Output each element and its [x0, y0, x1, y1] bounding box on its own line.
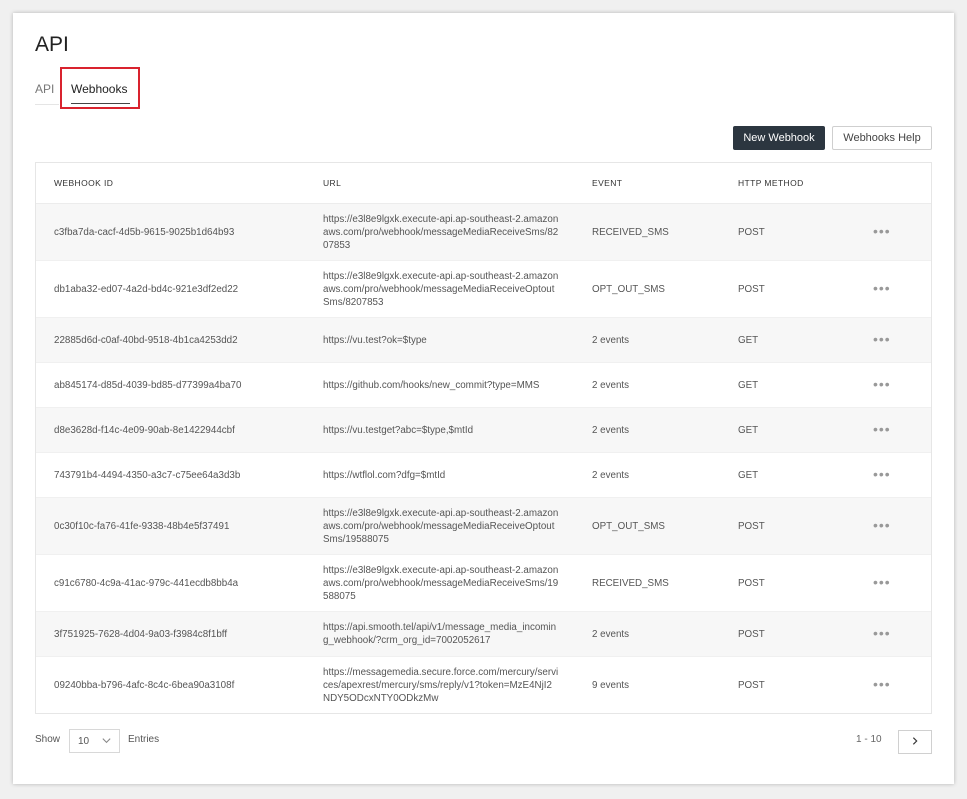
url-text: https://messagemedia.secure.force.com/me…	[323, 666, 559, 704]
url-text: https://e3l8e9lgxk.execute-api.ap-southe…	[323, 507, 559, 545]
url-text: https://e3l8e9lgxk.execute-api.ap-southe…	[323, 213, 559, 251]
url-cell: https://e3l8e9lgxk.execute-api.ap-southe…	[323, 203, 592, 261]
webhook-id-cell: d8e3628d-f14c-4e09-90ab-8e1422944cbf	[36, 407, 323, 453]
row-more-options-icon[interactable]: •••	[873, 376, 891, 392]
table-header-row: WEBHOOK ID URL EVENT HTTP METHOD	[36, 163, 931, 204]
pagination-range: 1 - 10	[856, 734, 882, 745]
http-method-cell: GET	[738, 362, 873, 408]
table-row[interactable]: 743791b4-4494-4350-a3c7-c75ee64a3d3b htt…	[36, 452, 931, 498]
url-cell: https://vu.test?ok=$type	[323, 317, 592, 363]
tab-webhooks[interactable]: Webhooks	[71, 82, 127, 96]
column-header-http-method: HTTP METHOD	[738, 163, 873, 204]
http-method-cell: POST	[738, 554, 873, 612]
chevron-down-icon	[101, 735, 112, 749]
table-row[interactable]: 22885d6d-c0af-40bd-9518-4b1ca4253dd2 htt…	[36, 317, 931, 363]
webhook-id-cell: ab845174-d85d-4039-bd85-d77399a4ba70	[36, 362, 323, 408]
table-row[interactable]: 3f751925-7628-4d04-9a03-f3984c8f1bff htt…	[36, 611, 931, 657]
tab-divider	[35, 104, 59, 105]
page-title: API	[35, 33, 69, 56]
row-more-options-icon[interactable]: •••	[873, 331, 891, 347]
event-cell: OPT_OUT_SMS	[592, 260, 738, 318]
column-header-event: EVENT	[592, 163, 738, 204]
event-cell: 2 events	[592, 611, 738, 657]
row-more-options-icon[interactable]: •••	[873, 223, 891, 239]
http-method-cell: GET	[738, 407, 873, 453]
webhooks-help-button[interactable]: Webhooks Help	[832, 126, 932, 150]
event-cell: 2 events	[592, 452, 738, 498]
url-text: https://github.com/hooks/new_commit?type…	[323, 379, 540, 391]
webhook-id-cell: db1aba32-ed07-4a2d-bd4c-921e3df2ed22	[36, 260, 323, 318]
row-more-options-icon[interactable]: •••	[873, 676, 891, 692]
event-cell: RECEIVED_SMS	[592, 554, 738, 612]
url-cell: https://github.com/hooks/new_commit?type…	[323, 362, 592, 408]
active-tab-indicator	[71, 103, 130, 104]
event-cell: RECEIVED_SMS	[592, 203, 738, 261]
page-size-select[interactable]: 10	[69, 729, 120, 753]
url-text: https://e3l8e9lgxk.execute-api.ap-southe…	[323, 270, 559, 308]
entries-label: Entries	[128, 734, 160, 745]
event-cell: 9 events	[592, 656, 738, 713]
chevron-right-icon	[910, 733, 920, 751]
table-row[interactable]: 09240bba-b796-4afc-8c4c-6bea90a3108f htt…	[36, 656, 931, 713]
http-method-cell: GET	[738, 317, 873, 363]
column-header-url: URL	[323, 163, 592, 204]
event-cell: 2 events	[592, 317, 738, 363]
url-cell: https://vu.testget?abc=$type,$mtId	[323, 407, 592, 453]
http-method-cell: POST	[738, 203, 873, 261]
row-more-options-icon[interactable]: •••	[873, 625, 891, 641]
webhooks-table: WEBHOOK ID URL EVENT HTTP METHOD c3fba7d…	[35, 162, 932, 714]
url-cell: https://e3l8e9lgxk.execute-api.ap-southe…	[323, 554, 592, 612]
url-text: https://e3l8e9lgxk.execute-api.ap-southe…	[323, 564, 559, 602]
webhook-id-cell: 0c30f10c-fa76-41fe-9338-48b4e5f37491	[36, 497, 323, 555]
table-row[interactable]: c3fba7da-cacf-4d5b-9615-9025b1d64b93 htt…	[36, 203, 931, 261]
webhook-id-cell: 09240bba-b796-4afc-8c4c-6bea90a3108f	[36, 656, 323, 713]
webhook-id-cell: c3fba7da-cacf-4d5b-9615-9025b1d64b93	[36, 203, 323, 261]
http-method-cell: POST	[738, 656, 873, 713]
url-cell: https://wtflol.com?dfg=$mtId	[323, 452, 592, 498]
webhook-id-cell: 22885d6d-c0af-40bd-9518-4b1ca4253dd2	[36, 317, 323, 363]
show-label: Show	[35, 734, 61, 745]
row-more-options-icon[interactable]: •••	[873, 280, 891, 296]
webhook-id-cell: c91c6780-4c9a-41ac-979c-441ecdb8bb4a	[36, 554, 323, 612]
table-row[interactable]: db1aba32-ed07-4a2d-bd4c-921e3df2ed22 htt…	[36, 260, 931, 318]
row-more-options-icon[interactable]: •••	[873, 517, 891, 533]
http-method-cell: POST	[738, 260, 873, 318]
http-method-cell: POST	[738, 611, 873, 657]
webhook-id-cell: 3f751925-7628-4d04-9a03-f3984c8f1bff	[36, 611, 323, 657]
table-row[interactable]: c91c6780-4c9a-41ac-979c-441ecdb8bb4a htt…	[36, 554, 931, 612]
column-header-webhook-id: WEBHOOK ID	[36, 163, 323, 204]
event-cell: OPT_OUT_SMS	[592, 497, 738, 555]
url-cell: https://api.smooth.tel/api/v1/message_me…	[323, 611, 592, 657]
table-row[interactable]: 0c30f10c-fa76-41fe-9338-48b4e5f37491 htt…	[36, 497, 931, 555]
url-text: https://vu.test?ok=$type	[323, 334, 427, 346]
event-cell: 2 events	[592, 362, 738, 408]
url-cell: https://messagemedia.secure.force.com/me…	[323, 656, 592, 713]
table-row[interactable]: ab845174-d85d-4039-bd85-d77399a4ba70 htt…	[36, 362, 931, 408]
row-more-options-icon[interactable]: •••	[873, 574, 891, 590]
next-page-button[interactable]	[898, 730, 932, 754]
column-header-actions	[873, 163, 931, 204]
webhook-id-cell: 743791b4-4494-4350-a3c7-c75ee64a3d3b	[36, 452, 323, 498]
url-cell: https://e3l8e9lgxk.execute-api.ap-southe…	[323, 260, 592, 318]
url-cell: https://e3l8e9lgxk.execute-api.ap-southe…	[323, 497, 592, 555]
row-more-options-icon[interactable]: •••	[873, 421, 891, 437]
event-cell: 2 events	[592, 407, 738, 453]
page-size-value: 10	[78, 735, 90, 747]
api-page-card: API API Webhooks New Webhook Webhooks He…	[13, 13, 954, 784]
table-row[interactable]: d8e3628d-f14c-4e09-90ab-8e1422944cbf htt…	[36, 407, 931, 453]
row-more-options-icon[interactable]: •••	[873, 466, 891, 482]
tab-api[interactable]: API	[35, 82, 54, 96]
url-text: https://api.smooth.tel/api/v1/message_me…	[323, 622, 557, 646]
new-webhook-button[interactable]: New Webhook	[733, 126, 825, 150]
url-text: https://vu.testget?abc=$type,$mtId	[323, 424, 474, 436]
url-text: https://wtflol.com?dfg=$mtId	[323, 469, 446, 481]
http-method-cell: POST	[738, 497, 873, 555]
http-method-cell: GET	[738, 452, 873, 498]
